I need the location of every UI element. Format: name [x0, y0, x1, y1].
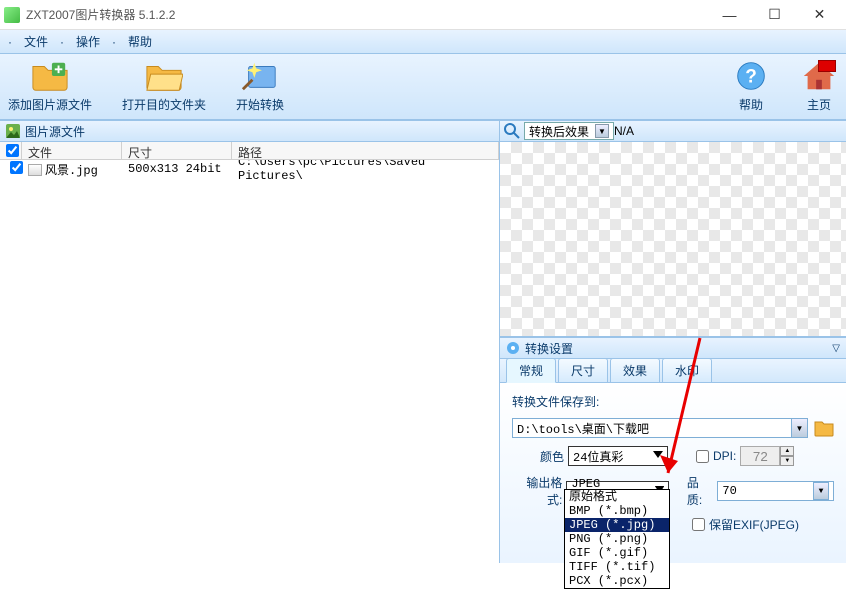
- preview-panel-header: 转换后效果 ▼ N/A: [500, 120, 846, 142]
- folder-plus-icon: [31, 60, 69, 92]
- format-option[interactable]: PCX (*.pcx): [565, 574, 669, 588]
- svg-text:?: ?: [745, 67, 757, 88]
- help-button[interactable]: ? 帮助: [732, 60, 770, 113]
- path-dropdown-button[interactable]: ▼: [792, 418, 808, 438]
- preview-area: [500, 142, 846, 337]
- chevron-down-icon: [653, 451, 663, 461]
- file-icon: [28, 164, 42, 176]
- start-convert-button[interactable]: 开始转换: [236, 60, 284, 113]
- color-label: 颜色: [512, 448, 564, 465]
- help-icon: ?: [732, 60, 770, 92]
- title-bar: ZXT2007图片转换器 5.1.2.2 — ☐ ✕: [0, 0, 846, 30]
- chevron-down-icon: ▼: [813, 482, 829, 500]
- quality-label: 品质:: [687, 474, 714, 508]
- column-file[interactable]: 文件: [22, 142, 122, 159]
- settings-body: 转换文件保存到: ▼ 颜色 24位真彩 DPI: ▲▼ 输出格式: [500, 383, 846, 563]
- flag-icon[interactable]: [818, 60, 836, 72]
- color-combo[interactable]: 24位真彩: [568, 446, 668, 466]
- help-label: 帮助: [739, 96, 763, 113]
- column-path[interactable]: 路径: [232, 142, 499, 159]
- home-label: 主页: [807, 96, 831, 113]
- open-target-label: 打开目的文件夹: [122, 96, 206, 113]
- gear-icon: [506, 341, 520, 355]
- select-all-checkbox[interactable]: [6, 144, 19, 157]
- settings-panel-header: 转换设置 ▽: [500, 337, 846, 359]
- output-format-dropdown-list[interactable]: 原始格式 BMP (*.bmp) JPEG (*.jpg) PNG (*.png…: [564, 489, 670, 589]
- add-source-button[interactable]: 添加图片源文件: [8, 60, 92, 113]
- tab-watermark[interactable]: 水印: [662, 358, 712, 382]
- tab-effect[interactable]: 效果: [610, 358, 660, 382]
- close-button[interactable]: ✕: [797, 1, 842, 29]
- dpi-label: DPI:: [713, 449, 736, 463]
- row-path: C:\Users\pc\Pictures\Saved Pictures\: [232, 160, 499, 183]
- preview-mode-label: 转换后效果: [529, 123, 589, 140]
- color-value: 24位真彩: [573, 448, 623, 465]
- source-panel-title: 图片源文件: [25, 123, 85, 140]
- settings-tabs: 常规 尺寸 效果 水印: [500, 359, 846, 383]
- dpi-checkbox[interactable]: [696, 450, 709, 463]
- magnifier-icon: [504, 123, 520, 139]
- menu-operations[interactable]: 操作: [68, 31, 108, 52]
- settings-title: 转换设置: [525, 340, 573, 357]
- menu-bar: · 文件 · 操作 · 帮助: [0, 30, 846, 54]
- filelist-body[interactable]: 风景.jpg 500x313 24bit C:\Users\pc\Picture…: [0, 160, 499, 563]
- app-icon: [4, 7, 20, 23]
- collapse-icon[interactable]: ▽: [832, 343, 840, 354]
- table-row[interactable]: 风景.jpg 500x313 24bit C:\Users\pc\Picture…: [0, 160, 499, 178]
- format-label: 输出格式:: [512, 474, 562, 508]
- browse-folder-button[interactable]: [814, 419, 834, 437]
- format-option[interactable]: TIFF (*.tif): [565, 560, 669, 574]
- tab-size[interactable]: 尺寸: [558, 358, 608, 382]
- chevron-down-icon: ▼: [595, 124, 609, 138]
- preview-mode-combo[interactable]: 转换后效果 ▼: [524, 122, 614, 140]
- window-title: ZXT2007图片转换器 5.1.2.2: [26, 6, 707, 23]
- dpi-spinner[interactable]: ▲▼: [780, 446, 794, 466]
- save-path-input[interactable]: [512, 418, 792, 438]
- quality-combo[interactable]: 70 ▼: [717, 481, 834, 501]
- magic-wand-icon: [241, 60, 279, 92]
- row-filename: 风景.jpg: [45, 164, 98, 178]
- format-option[interactable]: GIF (*.gif): [565, 546, 669, 560]
- column-size[interactable]: 尺寸: [122, 142, 232, 159]
- open-target-button[interactable]: 打开目的文件夹: [122, 60, 206, 113]
- source-panel-header: 图片源文件: [0, 120, 499, 142]
- keep-exif-label: 保留EXIF(JPEG): [709, 516, 799, 533]
- format-option[interactable]: 原始格式: [565, 490, 669, 504]
- format-option-selected[interactable]: JPEG (*.jpg): [565, 518, 669, 532]
- filelist-header: 文件 尺寸 路径: [0, 142, 499, 160]
- start-convert-label: 开始转换: [236, 96, 284, 113]
- keep-exif-checkbox[interactable]: [692, 518, 705, 531]
- preview-status: N/A: [614, 124, 634, 138]
- add-source-label: 添加图片源文件: [8, 96, 92, 113]
- dpi-input[interactable]: [740, 446, 780, 466]
- column-checkbox[interactable]: [0, 142, 22, 159]
- maximize-button[interactable]: ☐: [752, 1, 797, 29]
- minimize-button[interactable]: —: [707, 1, 752, 29]
- toolbar: 添加图片源文件 打开目的文件夹 开始转换 ? 帮助 主页: [0, 54, 846, 120]
- menu-file[interactable]: 文件: [16, 31, 56, 52]
- quality-value: 70: [722, 484, 736, 498]
- menu-help[interactable]: 帮助: [120, 31, 160, 52]
- image-icon: [6, 124, 20, 138]
- folder-open-icon: [145, 60, 183, 92]
- tab-general[interactable]: 常规: [506, 358, 556, 383]
- save-to-label: 转换文件保存到:: [512, 393, 599, 410]
- format-option[interactable]: BMP (*.bmp): [565, 504, 669, 518]
- format-option[interactable]: PNG (*.png): [565, 532, 669, 546]
- row-size: 500x313 24bit: [122, 162, 232, 176]
